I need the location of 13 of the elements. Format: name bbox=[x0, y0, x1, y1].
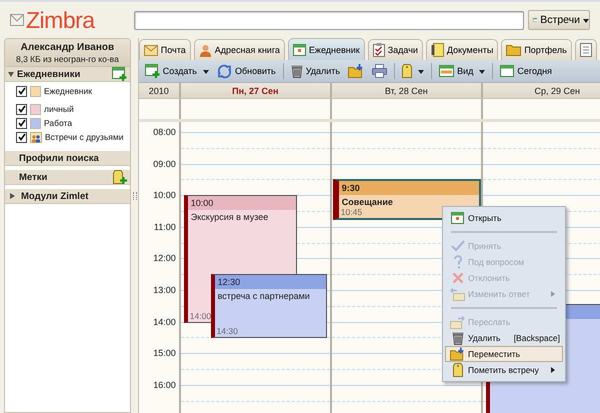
hour-label: 08:00 bbox=[153, 127, 176, 137]
logo-text: Zimbra bbox=[26, 6, 95, 34]
hour-label: 11:00 bbox=[154, 222, 176, 232]
hour-label: 09:00 bbox=[153, 158, 176, 169]
hour-label: 10:00 bbox=[153, 190, 176, 200]
hour-label: 14:00 bbox=[153, 316, 176, 327]
hour-label: 12:00 bbox=[153, 253, 176, 264]
hour-label: 16:00 bbox=[153, 380, 176, 390]
quota-text: 8,3 КБ из неогран-го ко-ва bbox=[14, 54, 120, 64]
account-name: Александр Иванов bbox=[20, 42, 116, 53]
hour-label: 13:00 bbox=[153, 285, 176, 295]
year-label: 2010 bbox=[138, 83, 181, 98]
hour-label: 15:00 bbox=[153, 348, 176, 358]
